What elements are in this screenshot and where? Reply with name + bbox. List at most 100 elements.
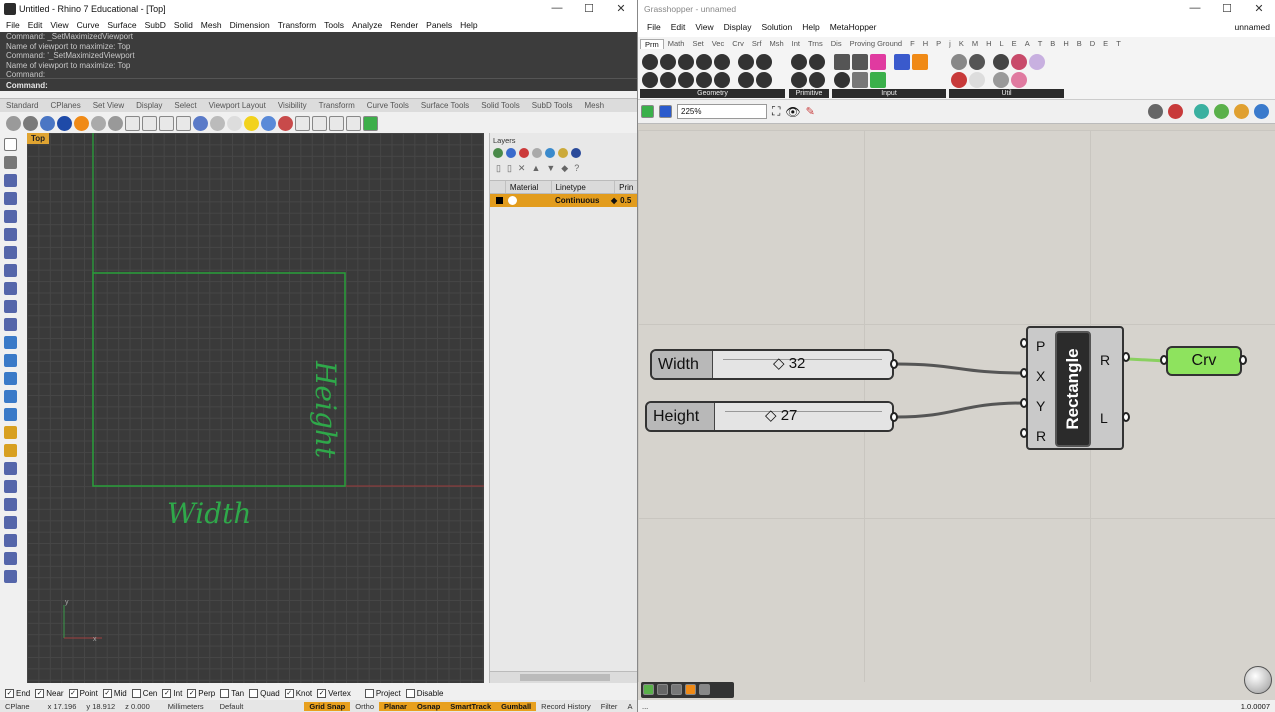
circle-icon[interactable] [4,210,17,223]
surface-icon[interactable] [4,318,17,331]
tab-transform[interactable]: Transform [313,101,361,110]
render-sphere-icon[interactable] [74,115,89,131]
menu-dimension[interactable]: Dimension [226,20,274,30]
layers-scrollbar[interactable] [490,671,637,683]
gh-tab[interactable]: L [996,39,1008,48]
gh-tab[interactable]: T [1034,39,1047,48]
gh-close-button[interactable]: ✕ [1243,2,1275,15]
tab-select[interactable]: Select [168,101,202,110]
tab-visibility[interactable]: Visibility [272,101,313,110]
osnap-perp[interactable]: ✓ Perp [187,688,215,698]
matrix-icon[interactable] [870,72,886,88]
curve-icon[interactable] [4,192,17,205]
preview-mode-icon[interactable] [1148,104,1163,119]
osnap-quad[interactable]: Quad [249,688,280,698]
grid-icon[interactable] [363,115,378,131]
geometry-icon[interactable] [696,54,712,70]
width-slider-track[interactable]: ◇ 32 [713,351,892,378]
input-r[interactable]: R [1036,428,1046,444]
gh-menu-display[interactable]: Display [719,22,757,32]
material-swatch[interactable] [508,196,517,205]
primitive-icon[interactable] [809,54,825,70]
osnap-knot[interactable]: ✓ Knot [284,688,312,698]
light-bulb-icon[interactable] [244,115,259,131]
slider-grip-icon[interactable]: ◇ [773,355,789,372]
gh-tab[interactable]: E [1099,39,1112,48]
preview-mode-icon[interactable] [1168,104,1183,119]
util-icon[interactable] [969,54,985,70]
tab-mesh[interactable]: Mesh [579,101,611,110]
gh-tab[interactable]: Trns [804,39,827,48]
menu-solid[interactable]: Solid [170,20,197,30]
ortho-toggle[interactable]: Ortho [350,702,379,711]
display-icon[interactable] [1194,104,1209,119]
smarttrack-toggle[interactable]: SmartTrack [445,701,497,711]
gh-tab[interactable]: Math [664,39,689,48]
sphere-icon[interactable] [108,115,123,131]
menu-surface[interactable]: Surface [103,20,140,30]
gh-menu-file[interactable]: File [642,22,666,32]
delete-icon[interactable]: ✕ [518,163,526,174]
geometry-icon[interactable] [714,54,730,70]
new-document-icon[interactable]: ▯ [496,163,501,174]
osnap-checkbox[interactable] [364,688,374,698]
light-icon[interactable] [176,115,191,131]
geometry-icon[interactable] [660,72,676,88]
menu-tools[interactable]: Tools [320,20,348,30]
color-icon[interactable] [870,54,886,70]
tab-surface-tools[interactable]: Surface Tools [415,101,475,110]
ellipse-icon[interactable] [4,246,17,259]
arrow-icon[interactable] [993,72,1009,88]
object-icon[interactable] [295,115,310,131]
lock-icon[interactable] [159,115,174,131]
gh-canvas[interactable]: Width ◇ 32 Height ◇ 27 P X Y R Rectangle… [638,130,1275,682]
geometry-icon[interactable] [678,54,694,70]
boolean-icon[interactable] [4,498,17,511]
extrude-icon[interactable] [4,408,17,421]
menu-render[interactable]: Render [386,20,422,30]
layer-print-width[interactable]: 0.5 [620,196,631,205]
trim-icon[interactable] [4,480,17,493]
current-layer[interactable]: Default [215,702,249,711]
geometry-icon[interactable] [738,72,754,88]
osnap-end[interactable]: ✓ End [5,688,30,698]
filter-more[interactable]: A [622,702,637,711]
top-viewport[interactable]: Top Width Height y x [27,133,484,683]
gh-tab[interactable]: j [945,39,955,48]
planar-toggle[interactable]: Planar [379,701,412,711]
height-output-grip[interactable] [890,412,898,422]
osnap-cen[interactable]: Cen [131,688,157,698]
point-icon[interactable] [4,156,17,169]
minimize-button[interactable]: — [541,2,573,15]
util-icon[interactable] [1011,54,1027,70]
osnap-mid[interactable]: ✓ Mid [102,688,127,698]
box-icon[interactable] [346,115,361,131]
tab-subd-tools[interactable]: SubD Tools [526,101,579,110]
gh-maximize-button[interactable]: ☐ [1211,2,1243,15]
sketch-icon[interactable]: ✎ [806,105,815,118]
osnap-tan[interactable]: Tan [220,688,244,698]
freeform-icon[interactable] [4,300,17,313]
gh-tab[interactable]: B [1046,39,1059,48]
grip-out-r[interactable] [1122,352,1130,362]
osnap-checkbox[interactable]: ✓ [284,688,294,698]
display-icon[interactable] [1254,104,1269,119]
osnap-toggle[interactable]: Osnap [411,701,446,711]
gh-tab[interactable]: H [982,39,995,48]
solid-icon[interactable] [4,336,17,349]
transform-icon[interactable] [4,426,17,439]
zoom-select[interactable]: 225% [677,104,767,119]
util-group-label[interactable]: Util [949,89,1064,98]
preview-eye-icon[interactable]: 👁 [785,105,800,119]
menu-view[interactable]: View [46,20,72,30]
gh-tab[interactable]: Int [788,39,804,48]
globe-icon[interactable] [40,115,55,131]
tool-icon[interactable] [657,684,668,695]
polygon-icon[interactable] [4,264,17,277]
menu-transform[interactable]: Transform [274,20,320,30]
geometry-icon[interactable] [756,72,772,88]
layer-icon[interactable] [558,148,568,158]
gh-menu-help[interactable]: Help [797,22,824,32]
tab-cplanes[interactable]: CPlanes [44,101,86,110]
osnap-point[interactable]: ✓ Point [68,688,98,698]
